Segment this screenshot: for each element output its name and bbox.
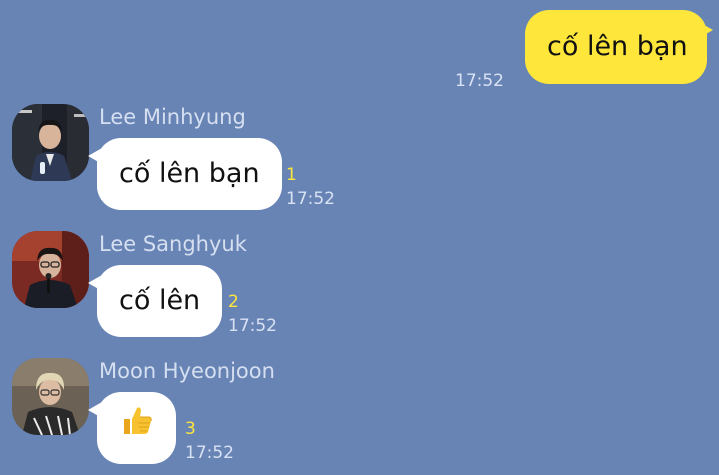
unread-count: 1 <box>286 165 297 185</box>
message-bubble[interactable]: cố lên <box>87 265 223 337</box>
message-bubble[interactable] <box>88 392 176 465</box>
unread-count: 3 <box>185 419 196 439</box>
outgoing-message[interactable]: 17:52 cố lên bạn <box>7 10 713 91</box>
message-time: 17:52 <box>455 71 504 91</box>
avatar[interactable] <box>12 231 89 308</box>
unread-count: 2 <box>228 292 239 312</box>
message-time: 17:52 <box>286 189 335 209</box>
sender-name: Lee Minhyung <box>99 105 246 129</box>
incoming-message: Lee Minhyung cố lên bạn 1 17:52 <box>12 104 412 214</box>
message-bubble[interactable]: cố lên bạn <box>88 138 282 210</box>
avatar[interactable] <box>12 104 89 181</box>
sender-name: Moon Hyeonjoon <box>99 359 275 383</box>
message-time: 17:52 <box>185 443 234 463</box>
avatar[interactable] <box>12 358 89 435</box>
message-bubble[interactable]: cố lên bạn <box>525 10 713 84</box>
chat-view: 17:52 cố lên bạn Lee Minhyung cố lên bạn… <box>0 0 719 475</box>
message-time: 17:52 <box>228 316 277 336</box>
incoming-message: Moon Hyeonjoon 3 17:52 <box>12 358 412 468</box>
incoming-message: Lee Sanghyuk cố lên 2 17:52 <box>12 231 412 341</box>
thumbs-up-icon <box>120 393 154 465</box>
sender-name: Lee Sanghyuk <box>99 232 247 256</box>
